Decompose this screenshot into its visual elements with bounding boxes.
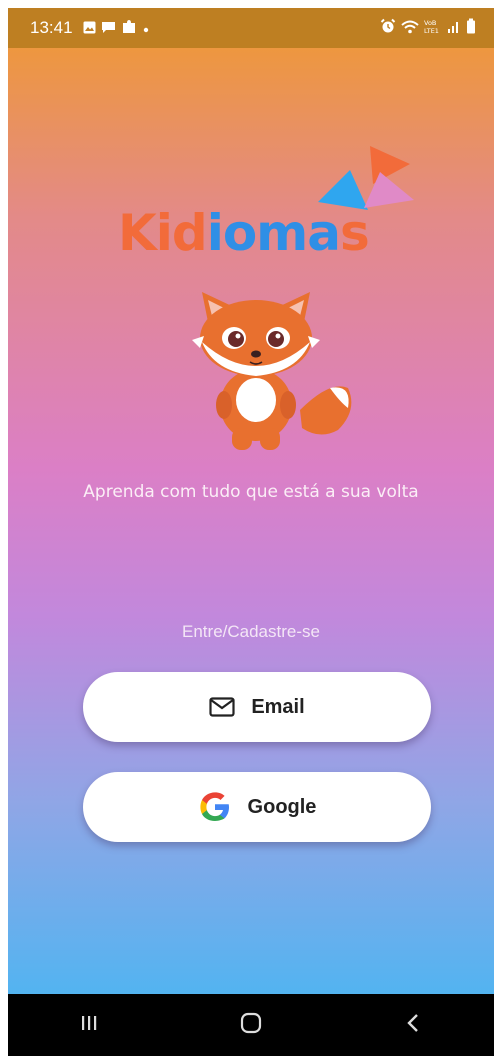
dot-icon	[142, 19, 150, 38]
recent-apps-icon	[80, 1014, 98, 1036]
email-signin-button[interactable]: Email	[83, 672, 431, 742]
google-signin-button[interactable]: Google	[83, 772, 431, 842]
chat-icon	[101, 19, 116, 38]
google-icon	[198, 790, 232, 824]
wifi-icon	[401, 19, 419, 38]
volte-icon: VoB LTE1	[424, 18, 442, 38]
kidiomas-logo: Kidiomas	[118, 146, 418, 276]
gallery-icon	[83, 19, 96, 38]
svg-text:VoB: VoB	[424, 19, 436, 27]
logo-letter-k: K	[118, 204, 157, 262]
status-left-icons	[83, 18, 150, 38]
status-time: 13:41	[30, 18, 73, 37]
back-button[interactable]	[383, 1000, 443, 1050]
email-button-label: Email	[251, 695, 305, 718]
system-nav-bar	[8, 994, 494, 1056]
status-right-icons: VoB LTE1	[380, 18, 476, 38]
puzzle-icon	[121, 18, 137, 38]
alarm-icon	[380, 18, 396, 38]
back-icon	[406, 1013, 420, 1037]
mail-icon	[209, 697, 235, 717]
battery-icon	[466, 18, 476, 38]
logo-wordmark: Kidiomas	[118, 204, 370, 262]
home-button[interactable]	[221, 1000, 281, 1050]
fox-mascot-icon	[180, 280, 360, 460]
svg-text:LTE1: LTE1	[424, 27, 439, 34]
tagline-text: Aprenda com tudo que está a sua volta	[83, 482, 419, 502]
logo-letters-ioma: ioma	[206, 204, 341, 262]
home-icon	[240, 1012, 262, 1038]
signin-label: Entre/Cadastre-se	[182, 622, 320, 641]
signal-icon	[447, 19, 461, 38]
status-bar: 13:41 VoB LTE1	[8, 8, 494, 48]
logo-letter-s: s	[340, 204, 370, 262]
recent-apps-button[interactable]	[59, 1000, 119, 1050]
logo-letters-id: id	[155, 204, 208, 262]
google-button-label: Google	[247, 795, 317, 818]
app-screen: 13:41 VoB LTE1 Kidiomas Aprenda com tudo…	[8, 8, 494, 1056]
